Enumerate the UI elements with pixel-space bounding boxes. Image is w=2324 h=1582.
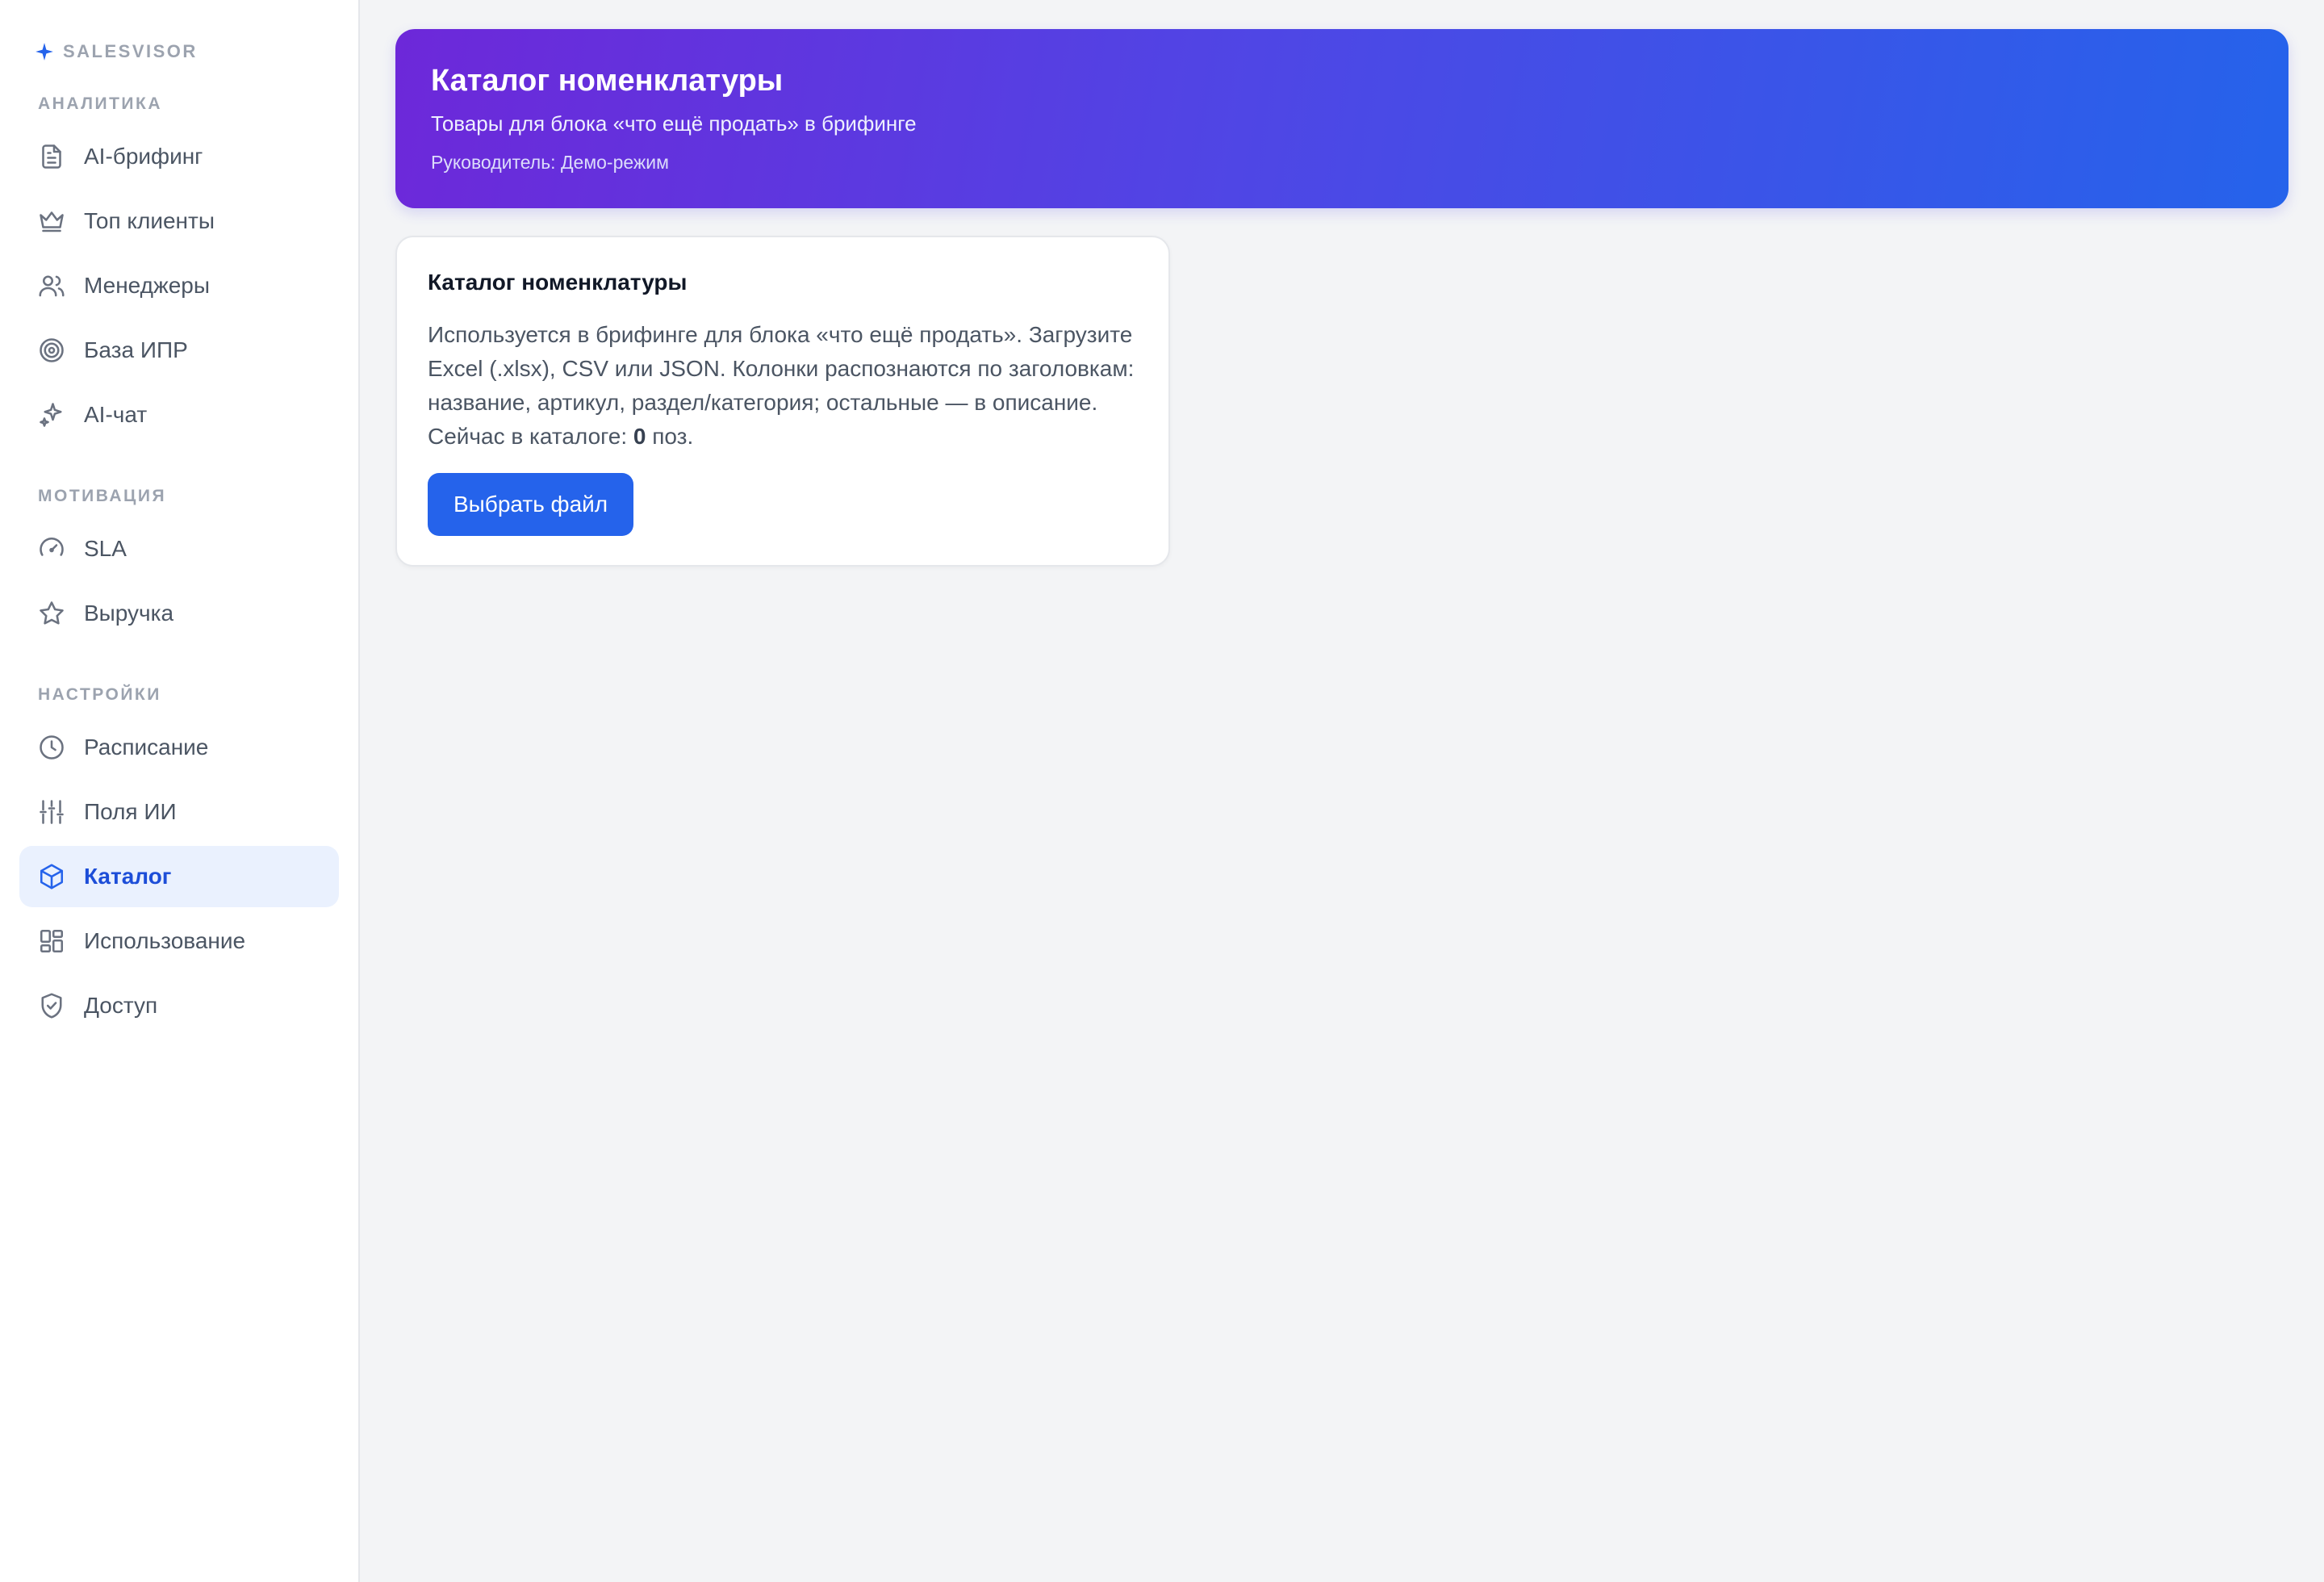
brand[interactable]: SALESVISOR — [19, 36, 339, 68]
sparkle-icon — [36, 43, 53, 61]
card-description-text: Используется в брифинге для блока «что е… — [428, 322, 1135, 449]
sidebar-item-sla[interactable]: SLA — [19, 518, 339, 580]
sidebar-item-label: Доступ — [84, 993, 158, 1018]
cube-icon — [40, 864, 64, 889]
crown-icon — [40, 211, 64, 232]
sidebar-item-label: AI-чат — [84, 402, 148, 427]
sidebar-item-ai-chat[interactable]: AI-чат — [19, 384, 339, 446]
clock-icon — [40, 735, 64, 760]
sidebar-item-label: Использование — [84, 928, 246, 953]
nav-analytics: AI-брифинг Топ клиенты Менеджеры База ИП… — [19, 126, 339, 446]
sparkles-icon — [40, 403, 62, 427]
sidebar-item-top-clients[interactable]: Топ клиенты — [19, 190, 339, 252]
nav-settings: Расписание Поля ИИ Каталог Использование — [19, 717, 339, 1036]
sidebar-item-label: База ИПР — [84, 337, 188, 362]
page-meta: Руководитель: Демо-режим — [431, 152, 669, 173]
page-subtitle: Товары для блока «что ещё продать» в бри… — [431, 111, 917, 136]
page-title: Каталог номенклатуры — [431, 64, 784, 98]
sidebar-item-label: Выручка — [84, 601, 174, 626]
shield-icon — [41, 993, 62, 1019]
sidebar-item-catalog[interactable]: Каталог — [19, 846, 339, 907]
section-title-motivation: МОТИВАЦИЯ — [38, 487, 167, 505]
sidebar-item-label: SLA — [84, 536, 127, 561]
section-title-analytics: АНАЛИТИКА — [38, 94, 162, 113]
sidebar-item-schedule[interactable]: Расписание — [19, 717, 339, 778]
sidebar-item-label: Менеджеры — [84, 273, 210, 298]
page-header-banner: Каталог номенклатуры Товары для блока «ч… — [395, 29, 2288, 208]
sidebar: SALESVISOR АНАЛИТИКА AI-брифинг Топ клие… — [0, 0, 360, 1582]
catalog-count: 0 — [633, 424, 646, 449]
target-icon — [40, 338, 64, 362]
gauge-icon — [40, 538, 64, 556]
app-root: SALESVISOR АНАЛИТИКА AI-брифинг Топ клие… — [0, 0, 2324, 1582]
sidebar-item-label: Каталог — [84, 864, 172, 889]
sidebar-item-label: AI-брифинг — [84, 144, 203, 169]
sidebar-item-ai-briefing[interactable]: AI-брифинг — [19, 126, 339, 187]
sidebar-item-ipr-base[interactable]: База ИПР — [19, 320, 339, 381]
brand-name: SALESVISOR — [63, 41, 198, 61]
catalog-card: Каталог номенклатуры Используется в бриф… — [395, 236, 1170, 567]
sidebar-item-label: Топ клиенты — [84, 208, 215, 233]
section-title-settings: НАСТРОЙКИ — [38, 685, 161, 704]
sidebar-item-label: Расписание — [84, 734, 209, 760]
star-icon — [40, 601, 64, 625]
card-description: Используется в брифинге для блока «что е… — [428, 318, 1138, 454]
sidebar-item-revenue[interactable]: Выручка — [19, 583, 339, 644]
sidebar-item-access[interactable]: Доступ — [19, 975, 339, 1036]
sidebar-item-usage[interactable]: Использование — [19, 910, 339, 972]
main-content: Каталог номенклатуры Товары для блока «ч… — [360, 0, 2324, 1582]
layout-icon — [40, 929, 64, 953]
sidebar-item-label: Поля ИИ — [84, 799, 177, 824]
document-icon — [42, 144, 61, 169]
choose-file-button[interactable]: Выбрать файл — [428, 473, 634, 536]
nav-motivation: SLA Выручка — [19, 518, 339, 644]
sidebar-item-ai-fields[interactable]: Поля ИИ — [19, 781, 339, 843]
card-description-unit: поз. — [646, 424, 694, 449]
sidebar-item-managers[interactable]: Менеджеры — [19, 255, 339, 316]
sliders-icon — [40, 800, 64, 824]
card-title: Каталог номенклатуры — [428, 270, 688, 295]
users-icon — [39, 275, 65, 297]
